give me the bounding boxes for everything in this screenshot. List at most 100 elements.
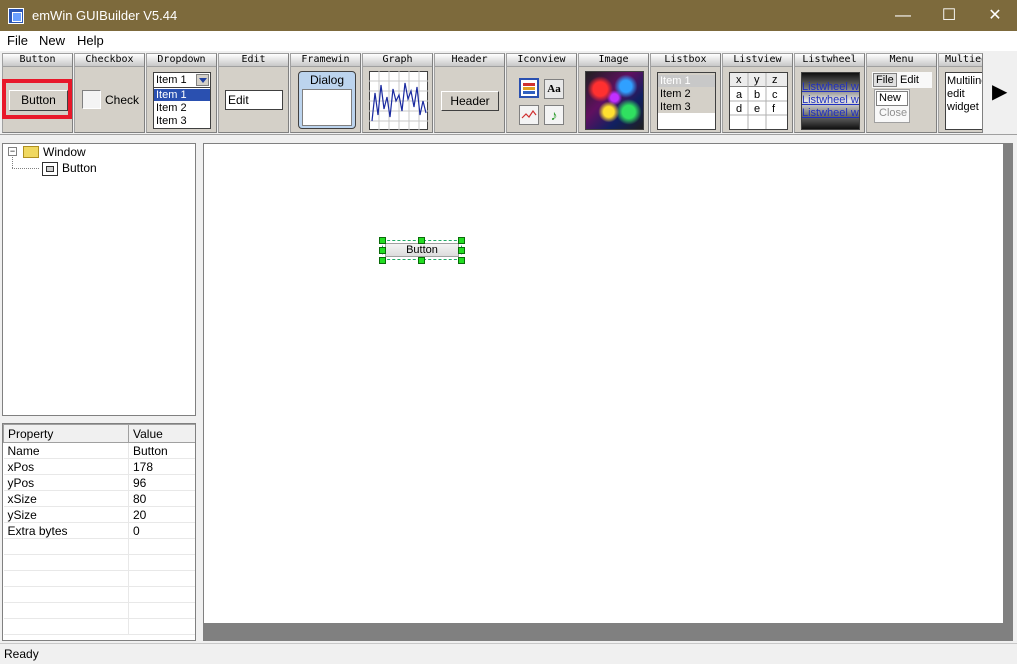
tool-image-header: Image — [579, 54, 648, 67]
font-icon: Aa — [544, 79, 564, 99]
listbox-item: Item 3 — [660, 101, 691, 113]
title-bar: emWin GUIBuilder V5.44 — ☐ ✕ — [0, 0, 1017, 31]
tree-child-label[interactable]: Button — [62, 161, 97, 175]
tool-edit[interactable]: Edit Edit — [218, 53, 289, 133]
tool-checkbox-label: Check — [105, 93, 140, 107]
property-name: ySize — [3, 506, 129, 523]
menu-preview-sub: Close — [879, 107, 908, 119]
edit-preview: Edit — [225, 90, 283, 110]
resize-handle-w[interactable] — [379, 247, 386, 254]
property-row[interactable]: yPos 96 — [3, 474, 195, 491]
property-value[interactable]: 80 — [128, 490, 195, 507]
property-row[interactable]: xPos 178 — [3, 458, 195, 475]
tool-multiedit-header: Multiedit — [939, 54, 982, 67]
menu-preview-popup: New Close — [874, 89, 910, 123]
tool-header[interactable]: Header Header — [434, 53, 505, 133]
empty-row — [3, 586, 195, 603]
multiedit-preview: Multiline edit widget — [945, 72, 982, 130]
widget-toolbar: Button Button Checkbox Check Dropdown It… — [0, 51, 1017, 135]
properties-table: Property Value Name Button xPos 178 yPos 96… — [3, 424, 195, 635]
resize-handle-nw[interactable] — [379, 237, 386, 244]
tree-root-label[interactable]: Window — [43, 145, 86, 159]
empty-row — [3, 602, 195, 619]
tool-menu[interactable]: Menu File Edit New Close — [866, 53, 937, 133]
tool-framewin[interactable]: Framewin Dialog — [290, 53, 361, 133]
tool-listview-header: Listview — [723, 54, 792, 67]
graph-preview — [369, 71, 428, 130]
menu-help[interactable]: Help — [77, 33, 104, 48]
tool-checkbox[interactable]: Checkbox Check — [74, 53, 145, 133]
resize-handle-se[interactable] — [458, 257, 465, 264]
header-preview: Header — [441, 91, 499, 111]
resize-handle-sw[interactable] — [379, 257, 386, 264]
property-row[interactable]: xSize 80 — [3, 490, 195, 507]
status-bar: Ready — [0, 643, 1017, 664]
listwheel-item: Listwheel wi — [802, 107, 860, 119]
tree-collapse-icon[interactable]: − — [8, 147, 17, 156]
listwheel-item: Listwheel wi — [802, 94, 860, 106]
dropdown-preview: Item 1 Item 1 Item 2 Item 3 — [153, 72, 211, 129]
tool-graph[interactable]: Graph — [362, 53, 433, 133]
tool-listbox[interactable]: Listbox Item 1 Item 2 Item 3 — [650, 53, 721, 133]
tool-iconview-header: Iconview — [507, 54, 576, 67]
tool-edit-header: Edit — [219, 54, 288, 67]
empty-row — [3, 570, 195, 587]
music-icon: ♪ — [544, 105, 564, 125]
property-row[interactable]: Name Button — [3, 442, 195, 459]
menu-preview-bar: File Edit — [872, 72, 932, 88]
framewin-preview: Dialog — [298, 71, 356, 129]
resize-handle-ne[interactable] — [458, 237, 465, 244]
resize-handle-n[interactable] — [418, 237, 425, 244]
chart-icon — [519, 105, 539, 125]
framewin-caption: Dialog — [309, 73, 345, 87]
resize-handle-e[interactable] — [458, 247, 465, 254]
design-canvas[interactable]: Button — [204, 144, 1003, 623]
dropdown-item: Item 1 — [154, 89, 210, 101]
design-area: Button — [203, 143, 1013, 641]
resize-handle-s[interactable] — [418, 257, 425, 264]
tool-menu-header: Menu — [867, 54, 936, 67]
dropdown-selected: Item 1 — [156, 74, 187, 86]
property-column-header[interactable]: Property — [3, 424, 129, 443]
framewin-client — [302, 89, 352, 126]
image-preview — [585, 71, 644, 130]
property-name: xPos — [3, 458, 129, 475]
multiedit-line: widget — [947, 101, 979, 113]
property-row[interactable]: Extra bytes 0 — [3, 522, 195, 539]
listbox-item: Item 2 — [660, 88, 691, 100]
property-value[interactable]: 20 — [128, 506, 195, 523]
menu-preview-sub: New — [876, 91, 908, 106]
empty-row — [3, 554, 195, 571]
property-value[interactable]: 0 — [128, 522, 195, 539]
multiedit-line: Multiline — [947, 75, 982, 87]
maximize-button[interactable]: ☐ — [926, 0, 972, 31]
menu-file[interactable]: File — [7, 33, 28, 48]
tree-connector — [12, 157, 40, 169]
folder-icon — [23, 146, 39, 158]
properties-panel: Property Value Name Button xPos 178 yPos 96… — [2, 423, 196, 641]
menu-new[interactable]: New — [39, 33, 65, 48]
dropdown-arrow-icon — [196, 74, 209, 86]
tool-image[interactable]: Image — [578, 53, 649, 133]
tool-framewin-header: Framewin — [291, 54, 360, 67]
tool-listview[interactable]: Listview x y z a b c d e f — [722, 53, 793, 133]
checkbox-box — [82, 90, 101, 109]
listbox-preview: Item 1 Item 2 Item 3 — [657, 72, 716, 130]
property-value[interactable]: Button — [128, 442, 195, 459]
tool-listwheel[interactable]: Listwheel Listwheel wi Listwheel wi List… — [794, 53, 865, 133]
tool-iconview[interactable]: Iconview Aa ♪ — [506, 53, 577, 133]
tool-multiedit[interactable]: Multiedit Multiline edit widget — [938, 53, 983, 133]
close-button[interactable]: ✕ — [972, 0, 1017, 31]
tool-dropdown[interactable]: Dropdown Item 1 Item 1 Item 2 Item 3 — [146, 53, 217, 133]
tool-dropdown-header: Dropdown — [147, 54, 216, 67]
listbox-item: Item 1 — [658, 75, 715, 87]
property-name: yPos — [3, 474, 129, 491]
property-row[interactable]: ySize 20 — [3, 506, 195, 523]
dropdown-item: Item 3 — [156, 115, 187, 127]
property-value[interactable]: 96 — [128, 474, 195, 491]
toolbar-scroll-right-icon[interactable]: ▶ — [992, 79, 1007, 104]
value-column-header[interactable]: Value — [128, 424, 195, 443]
minimize-button[interactable]: — — [880, 0, 926, 31]
property-value[interactable]: 178 — [128, 458, 195, 475]
widget-tree: − Window Button — [2, 143, 196, 416]
